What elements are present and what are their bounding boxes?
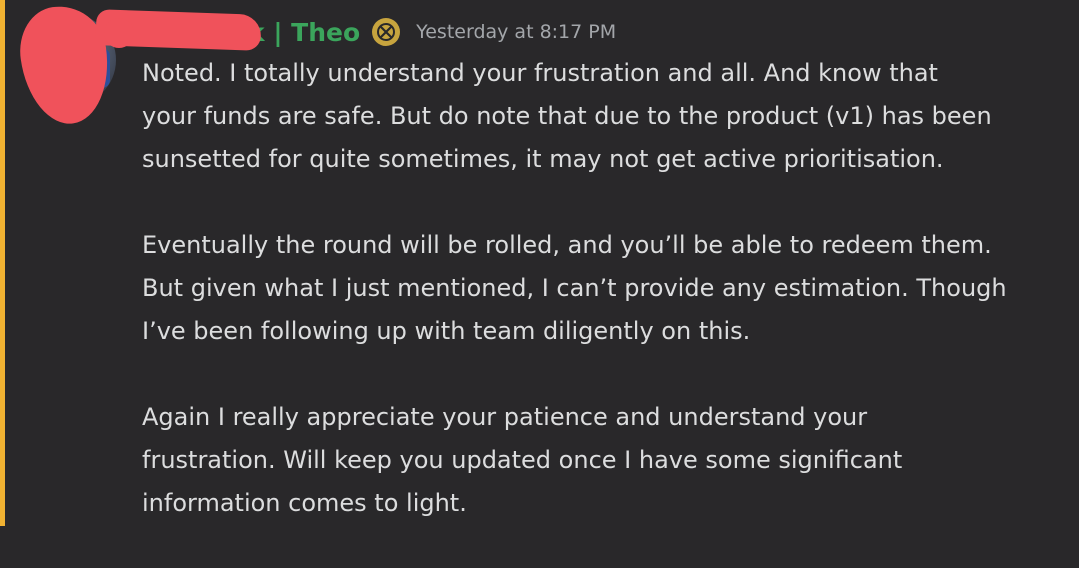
message-line: frustration. Will keep you updated once … (142, 446, 903, 474)
message-line: your funds are safe. But do note that du… (142, 102, 992, 130)
redaction-mark-username-start (104, 18, 134, 48)
message-paragraph-1: Noted. I totally understand your frustra… (142, 52, 1072, 181)
message-line: But given what I just mentioned, I can’t… (142, 274, 1007, 302)
badge-glyph-icon (377, 23, 396, 41)
message-line: Again I really appreciate your patience … (142, 403, 868, 431)
message-line: Eventually the round will be rolled, and… (142, 231, 992, 259)
server-tag-icon[interactable] (372, 18, 401, 46)
message-timestamp[interactable]: Yesterday at 8:17 PM (416, 21, 616, 43)
message-line: sunsetted for quite sometimes, it may no… (142, 145, 944, 173)
username-visible-text: k | Theo (248, 17, 361, 47)
message-paragraph-3: Again I really appreciate your patience … (142, 396, 1072, 525)
message-content: Noted. I totally understand your frustra… (142, 52, 1072, 568)
message-line: Noted. I totally understand your frustra… (142, 59, 938, 87)
message-line: I’ve been following up with team diligen… (142, 317, 751, 345)
chat-message: k | Theo Yesterday at 8:17 PM Noted. I t… (0, 0, 1079, 526)
message-paragraph-2: Eventually the round will be rolled, and… (142, 224, 1072, 353)
message-line: information comes to light. (142, 489, 467, 517)
